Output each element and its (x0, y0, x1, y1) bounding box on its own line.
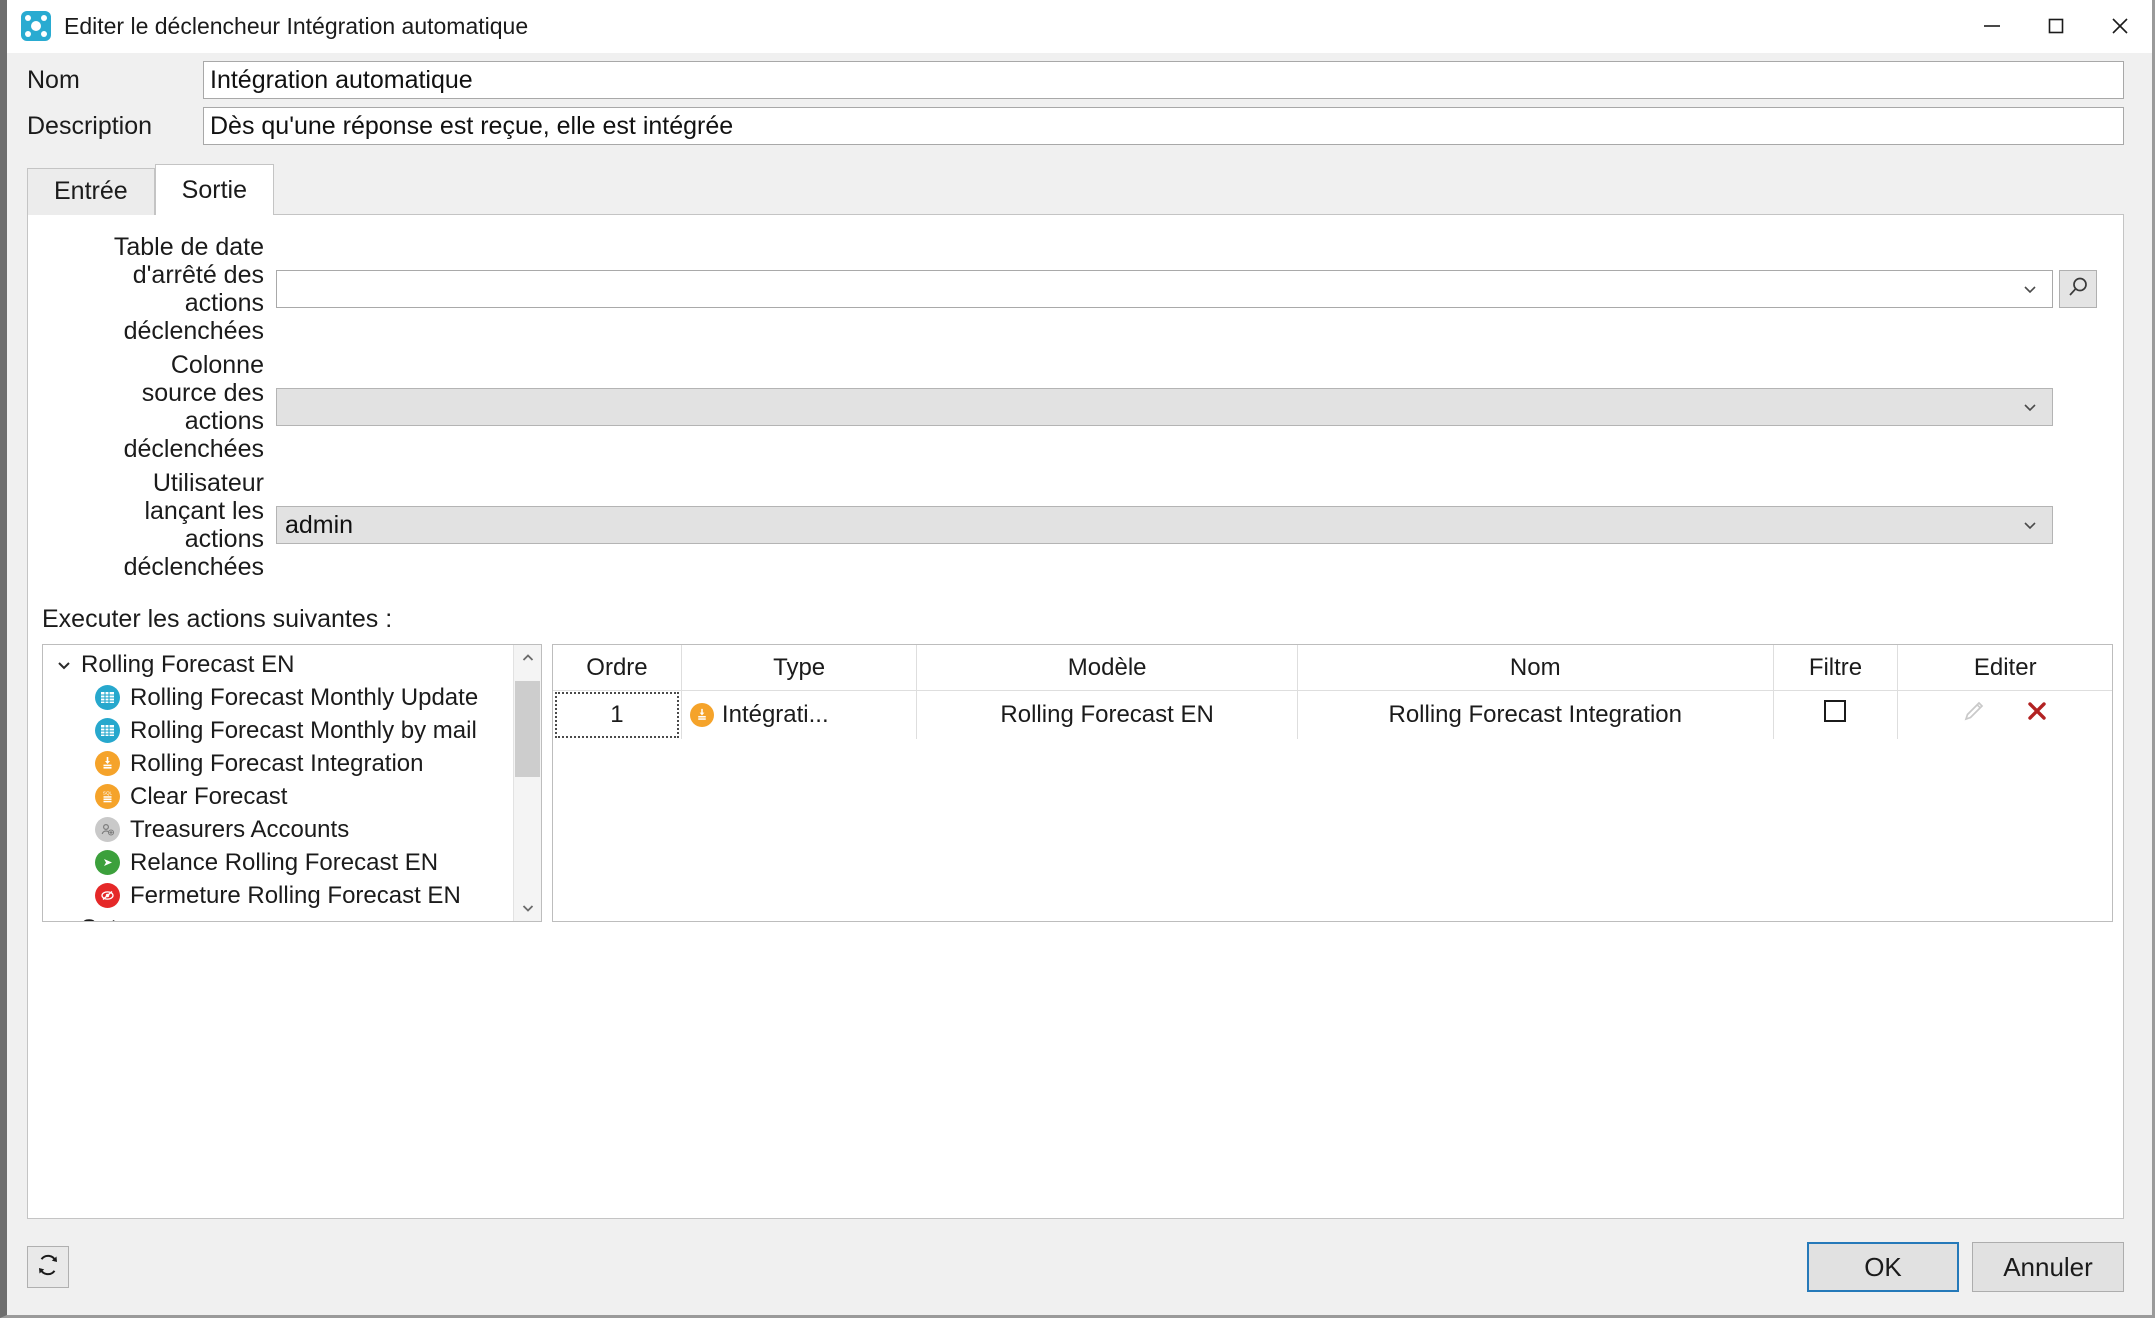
cell-modele[interactable]: Rolling Forecast EN (916, 690, 1298, 739)
tree-item-clear-forecast[interactable]: SQL Clear Forecast (43, 780, 513, 813)
sql-database-icon: SQL (95, 784, 120, 809)
search-button[interactable] (2059, 270, 2097, 308)
footer-buttons: OK Annuler (1807, 1242, 2124, 1292)
actions-split: Rolling Forecast EN Rolling Forecast Mon… (42, 644, 2113, 922)
integration-import-icon (689, 702, 714, 727)
user-combo[interactable]: admin (276, 506, 2053, 544)
pencil-icon[interactable] (1961, 698, 1987, 731)
cell-nom[interactable]: Rolling Forecast Integration (1297, 690, 1774, 739)
column-header-editer[interactable]: Editer (1897, 645, 2112, 691)
column-header-type[interactable]: Type (681, 645, 918, 691)
svg-text:SQL: SQL (103, 790, 113, 795)
scroll-thumb[interactable] (515, 681, 540, 777)
column-header-modele[interactable]: Modèle (916, 645, 1298, 691)
cell-editer (1898, 691, 2112, 739)
tree-root-rolling-forecast-en[interactable]: Rolling Forecast EN (43, 648, 513, 681)
cell-type[interactable]: Intégrati... (681, 690, 918, 739)
description-row: Description (7, 107, 2152, 145)
tree-root-label: Setup (81, 915, 144, 922)
dialog-footer: OK Annuler (7, 1219, 2152, 1315)
send-play-icon (95, 850, 120, 875)
cell-type-value: Intégrati... (721, 700, 829, 728)
tab-strip: Entrée Sortie (27, 163, 2152, 215)
tree-item-label: Fermeture Rolling Forecast EN (130, 881, 461, 909)
refresh-button[interactable] (27, 1246, 69, 1288)
tab-entree[interactable]: Entrée (27, 168, 155, 215)
integration-import-icon (95, 751, 120, 776)
refresh-icon (35, 1252, 61, 1283)
tree-item-label: Relance Rolling Forecast EN (130, 848, 439, 876)
delete-x-icon[interactable] (2025, 699, 2049, 730)
filter-checkbox[interactable] (1824, 700, 1847, 723)
chevron-down-icon[interactable] (53, 920, 75, 922)
tree-item-rolling-forecast-integration[interactable]: Rolling Forecast Integration (43, 747, 513, 780)
scroll-down-icon[interactable] (514, 895, 541, 921)
description-label: Description (27, 111, 153, 140)
tree-root-setup[interactable]: Setup (43, 912, 513, 922)
maximize-button[interactable] (2024, 0, 2088, 52)
action-tree-panel: Rolling Forecast EN Rolling Forecast Mon… (42, 644, 542, 922)
chevron-down-icon (2020, 279, 2044, 299)
cell-ordre[interactable]: 1 (553, 690, 682, 739)
tab-panel-sortie: Table de date d'arrêté des actions décle… (27, 214, 2124, 1219)
date-table-label: Table de date d'arrêté des actions décle… (113, 233, 264, 345)
chevron-down-icon (2020, 515, 2044, 535)
name-row: Nom (7, 61, 2152, 99)
execute-actions-label: Executer les actions suivantes : (42, 605, 393, 633)
source-column-combo[interactable] (276, 388, 2053, 426)
chevron-down-icon[interactable] (53, 656, 75, 674)
user-value: admin (285, 510, 354, 539)
tree-item-rolling-forecast-monthly-update[interactable]: Rolling Forecast Monthly Update (43, 681, 513, 714)
close-button[interactable] (2088, 0, 2152, 52)
user-label: Utilisateur lançant les actions déclench… (123, 469, 264, 581)
cell-ordre-value: 1 (610, 700, 624, 728)
table-report-icon (95, 685, 120, 710)
tree-item-label: Rolling Forecast Integration (130, 749, 424, 777)
action-tree: Rolling Forecast EN Rolling Forecast Mon… (43, 645, 513, 921)
tree-item-fermeture-rolling-forecast-en[interactable]: Fermeture Rolling Forecast EN (43, 879, 513, 912)
grid-header-row: Ordre Type Modèle Nom Filtre Editer (553, 645, 2112, 691)
user-group-icon (95, 817, 120, 842)
tree-root-label: Rolling Forecast EN (81, 650, 295, 678)
column-header-ordre[interactable]: Ordre (553, 645, 682, 691)
table-row[interactable]: 1 Intégrati... Rolling Forecast EN Rolli… (553, 690, 2112, 739)
tree-item-label: Treasurers Accounts (130, 815, 350, 843)
chevron-down-icon (2020, 397, 2044, 417)
scroll-track[interactable] (514, 671, 541, 895)
tree-scrollbar[interactable] (513, 645, 541, 921)
tree-item-label: Rolling Forecast Monthly by mail (130, 716, 477, 744)
cancel-button[interactable]: Annuler (1972, 1242, 2124, 1292)
tree-item-label: Clear Forecast (130, 782, 288, 810)
source-column-label: Colonne source des actions déclenchées (123, 351, 264, 463)
date-table-combo[interactable] (276, 270, 2053, 308)
actions-grid: Ordre Type Modèle Nom Filtre Editer 1 In… (553, 645, 2112, 739)
tab-sortie[interactable]: Sortie (154, 164, 274, 215)
column-header-nom[interactable]: Nom (1297, 645, 1774, 691)
table-report-icon (95, 718, 120, 743)
tree-item-treasurers-accounts[interactable]: Treasurers Accounts (43, 813, 513, 846)
title-bar: Editer le déclencheur Intégration automa… (7, 0, 2152, 53)
eye-closed-icon (95, 883, 120, 908)
cell-filtre[interactable] (1773, 690, 1899, 739)
date-table-row: Table de date d'arrêté des actions décle… (28, 233, 2123, 345)
description-input[interactable] (203, 107, 2124, 145)
name-label: Nom (27, 65, 80, 94)
search-icon (2066, 275, 2090, 304)
tree-item-relance-rolling-forecast-en[interactable]: Relance Rolling Forecast EN (43, 846, 513, 879)
network-nodes-icon (21, 11, 51, 41)
window-title: Editer le déclencheur Intégration automa… (64, 12, 529, 39)
dialog-window: Editer le déclencheur Intégration automa… (0, 0, 2155, 1318)
name-input[interactable] (203, 61, 2124, 99)
scroll-up-icon[interactable] (514, 645, 541, 671)
column-header-filtre[interactable]: Filtre (1773, 645, 1899, 691)
window-controls (1960, 0, 2152, 52)
source-column-row: Colonne source des actions déclenchées (28, 351, 2123, 463)
tree-item-label: Rolling Forecast Monthly Update (130, 683, 479, 711)
user-row: Utilisateur lançant les actions déclench… (28, 469, 2123, 581)
tree-item-rolling-forecast-monthly-by-mail[interactable]: Rolling Forecast Monthly by mail (43, 714, 513, 747)
ok-button[interactable]: OK (1807, 1242, 1959, 1292)
actions-grid-panel: Ordre Type Modèle Nom Filtre Editer 1 In… (552, 644, 2113, 922)
minimize-button[interactable] (1960, 0, 2024, 52)
